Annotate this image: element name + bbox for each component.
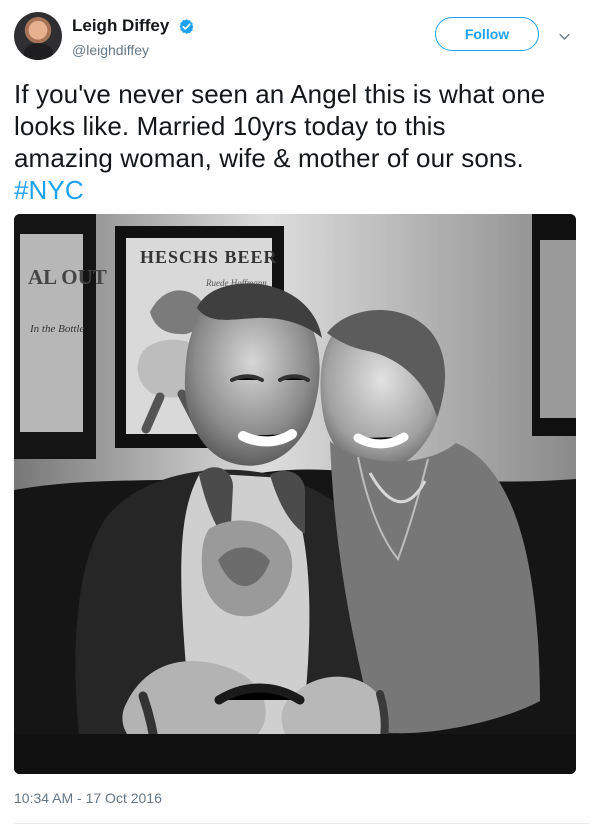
tweet-photo[interactable]: AL OUT In the Bottle HESCHS BEER Ruede H… [14, 214, 576, 774]
tweet-header: Leigh Diffey @leighdiffey Follow [14, 12, 589, 64]
author-display-name[interactable]: Leigh Diffey [72, 16, 169, 36]
tweet-timestamp[interactable]: 10:34 AM - 17 Oct 2016 [14, 789, 162, 807]
chevron-down-icon [558, 33, 570, 40]
author-handle[interactable]: @leighdiffey [72, 41, 332, 59]
left-sign-script: In the Bottle [29, 323, 84, 335]
tweet-options-button[interactable] [552, 24, 576, 48]
tweet-body-text: If you've never seen an Angel this is wh… [14, 79, 546, 173]
tweet-card: Leigh Diffey @leighdiffey Follow If you'… [0, 0, 603, 824]
left-sign-text: AL OUT [28, 265, 107, 289]
follow-button[interactable]: Follow [435, 17, 539, 51]
avatar[interactable] [14, 12, 62, 60]
verified-badge-icon [179, 18, 194, 34]
poster-title: HESCHS BEER [140, 247, 278, 267]
hashtag-link[interactable]: #NYC [14, 175, 84, 205]
photo-illustration: AL OUT In the Bottle HESCHS BEER Ruede H… [14, 214, 576, 774]
author-info: Leigh Diffey @leighdiffey [72, 16, 332, 59]
tweet-text: If you've never seen an Angel this is wh… [14, 78, 588, 206]
